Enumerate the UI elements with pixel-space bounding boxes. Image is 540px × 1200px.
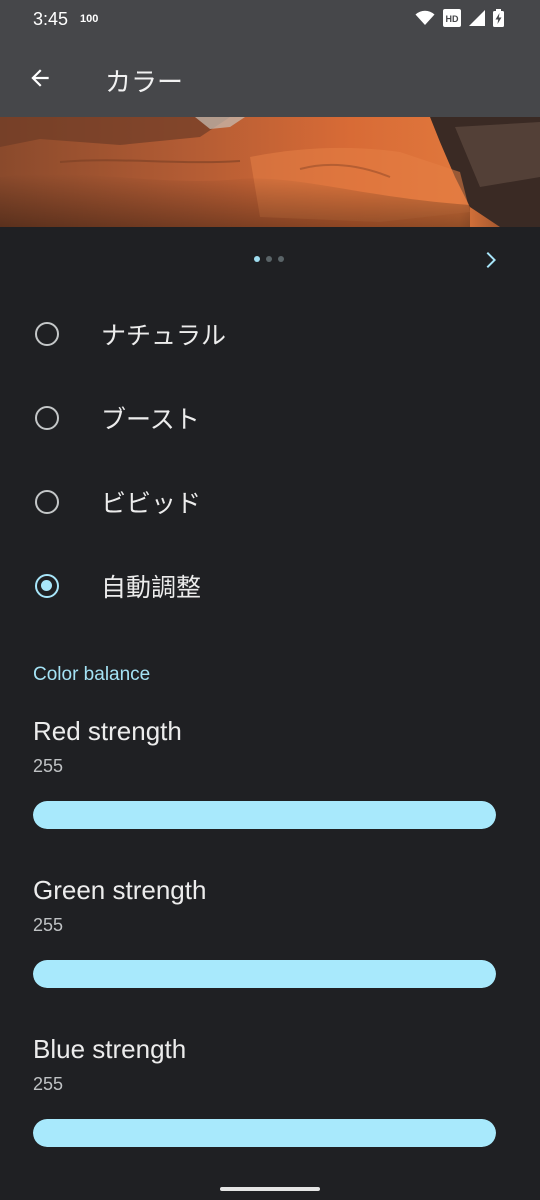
color-mode-option-adaptive[interactable]: 自動調整 xyxy=(0,544,540,628)
status-time: 3:45 xyxy=(33,9,69,29)
color-mode-label: ナチュラル xyxy=(101,321,227,350)
status-bar: 3:45 100 HD xyxy=(0,0,540,40)
next-preview-button[interactable] xyxy=(472,242,508,278)
back-button[interactable] xyxy=(20,58,60,98)
hd-icon: HD xyxy=(443,9,461,31)
chevron-right-icon xyxy=(486,252,496,268)
pager-dot[interactable] xyxy=(254,256,260,262)
app-bar: カラー xyxy=(0,40,540,117)
preview-pager xyxy=(0,238,540,282)
radio-button[interactable] xyxy=(35,490,59,514)
signal-icon xyxy=(469,10,485,30)
slider-fill xyxy=(33,801,496,829)
red-strength-value: 255 xyxy=(33,756,64,776)
color-mode-label: 自動調整 xyxy=(101,573,202,602)
blue-strength-value: 255 xyxy=(33,1074,64,1094)
green-strength-title: Green strength xyxy=(33,875,207,905)
green-strength-value: 255 xyxy=(33,915,64,935)
section-header-color-balance: Color balance xyxy=(33,664,151,685)
pager-dot[interactable] xyxy=(266,256,272,262)
pager-dots xyxy=(254,256,284,262)
gesture-nav-handle[interactable] xyxy=(220,1187,320,1191)
pager-dot[interactable] xyxy=(278,256,284,262)
radio-button[interactable] xyxy=(35,322,59,346)
color-mode-option-vivid[interactable]: ビビッド xyxy=(0,460,540,544)
radio-button[interactable] xyxy=(35,406,59,430)
slider-fill xyxy=(33,1119,496,1147)
color-mode-label: ブースト xyxy=(101,405,200,434)
red-strength-title: Red strength xyxy=(33,716,182,746)
color-mode-option-boost[interactable]: ブースト xyxy=(0,376,540,460)
green-strength-slider[interactable] xyxy=(33,960,496,988)
svg-text:HD: HD xyxy=(446,14,459,24)
blue-strength-title: Blue strength xyxy=(33,1034,187,1064)
battery-percent: 100 xyxy=(80,13,99,25)
wifi-icon xyxy=(415,10,435,30)
slider-fill xyxy=(33,960,496,988)
status-icons: HD xyxy=(415,9,504,31)
page-title: カラー xyxy=(105,68,184,98)
red-strength-slider[interactable] xyxy=(33,801,496,829)
preview-image xyxy=(0,117,540,227)
battery-charging-icon xyxy=(493,9,504,31)
arrow-back-icon xyxy=(31,69,49,87)
color-mode-label: ビビッド xyxy=(101,489,202,518)
blue-strength-slider[interactable] xyxy=(33,1119,496,1147)
color-mode-option-natural[interactable]: ナチュラル xyxy=(0,292,540,376)
radio-button-selected[interactable] xyxy=(35,574,59,598)
